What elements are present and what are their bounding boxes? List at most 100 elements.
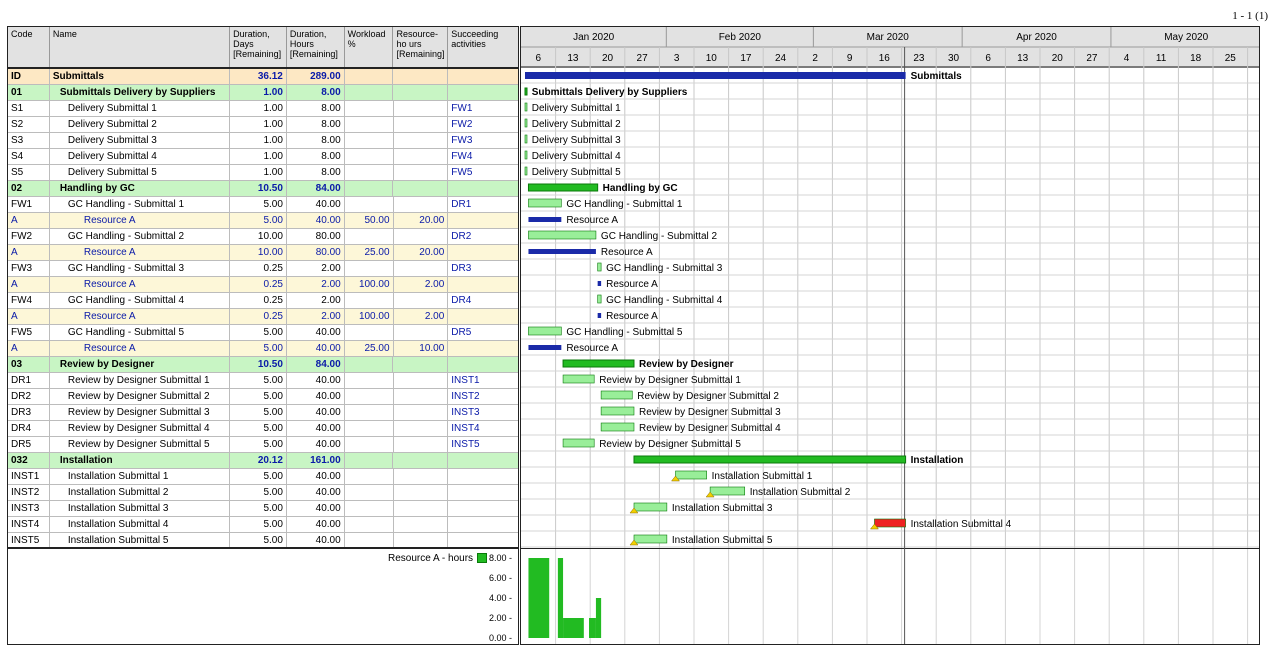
cell-succ[interactable]: FW1 [448, 101, 518, 117]
table-row[interactable]: S5 Delivery Submittal 5 1.00 8.00 FW5 [8, 165, 518, 181]
cell-code: 03 [8, 357, 50, 373]
gantt-bar-label: Installation Submittal 5 [672, 535, 773, 546]
cell-code: A [8, 213, 50, 229]
week-label: 24 [775, 53, 787, 64]
table-row[interactable]: FW2 GC Handling - Submittal 2 10.00 80.00 DR… [8, 229, 518, 245]
cell-days: 36.12 [230, 69, 287, 85]
cell-rh [394, 101, 449, 117]
table-row[interactable]: A Resource A 10.00 80.00 25.00 20.00 [8, 245, 518, 261]
gantt-bar-resource [597, 313, 602, 318]
cell-succ[interactable]: INST4 [448, 421, 518, 437]
cell-name: Delivery Submittal 4 [50, 149, 231, 165]
cell-code: FW4 [8, 293, 50, 309]
cell-rh [394, 149, 449, 165]
cell-hours: 40.00 [287, 485, 345, 501]
cell-code: A [8, 277, 50, 293]
table-row[interactable]: DR4 Review by Designer Submittal 4 5.00 40.… [8, 421, 518, 437]
gantt-bar-label: Delivery Submittal 5 [532, 167, 621, 178]
cell-succ[interactable]: INST2 [448, 389, 518, 405]
table-row[interactable]: FW5 GC Handling - Submittal 5 5.00 40.00 DR5 [8, 325, 518, 341]
cell-name: Review by Designer Submittal 4 [50, 421, 231, 437]
gantt-bar-label: GC Handling - Submittal 3 [606, 263, 723, 274]
table-row[interactable]: S2 Delivery Submittal 2 1.00 8.00 FW2 [8, 117, 518, 133]
gantt-bar-task [600, 390, 633, 400]
table-row[interactable]: 02 Handling by GC 10.50 84.00 [8, 181, 518, 197]
gantt-bar-task [528, 198, 562, 208]
cell-succ[interactable]: DR3 [448, 261, 518, 277]
table-row[interactable]: A Resource A 5.00 40.00 50.00 20.00 [8, 213, 518, 229]
table-row[interactable]: S3 Delivery Submittal 3 1.00 8.00 FW3 [8, 133, 518, 149]
histogram-y-tick: 4.00 - [488, 593, 512, 603]
col-duration-days-header[interactable]: Duration, Days [Remaining] [230, 27, 287, 67]
table-row[interactable]: FW3 GC Handling - Submittal 3 0.25 2.00 DR3 [8, 261, 518, 277]
cell-hours: 8.00 [287, 101, 345, 117]
cell-name: Installation Submittal 2 [50, 485, 231, 501]
table-row[interactable]: A Resource A 0.25 2.00 100.00 2.00 [8, 277, 518, 293]
cell-succ[interactable]: DR2 [448, 229, 518, 245]
col-name-header[interactable]: Name [50, 27, 231, 67]
cell-succ[interactable]: DR5 [448, 325, 518, 341]
col-code-header[interactable]: Code [8, 27, 50, 67]
cell-code: DR4 [8, 421, 50, 437]
gantt-bar-label: Delivery Submittal 1 [532, 103, 621, 114]
table-row[interactable]: DR3 Review by Designer Submittal 3 5.00 40.… [8, 405, 518, 421]
table-row[interactable]: DR2 Review by Designer Submittal 2 5.00 40.… [8, 389, 518, 405]
cell-code: ID [8, 69, 50, 85]
month-label: Feb 2020 [719, 32, 762, 43]
table-row[interactable]: DR5 Review by Designer Submittal 5 5.00 40.… [8, 437, 518, 453]
cell-days: 1.00 [230, 117, 287, 133]
cell-days: 5.00 [230, 421, 287, 437]
table-row[interactable]: A Resource A 0.25 2.00 100.00 2.00 [8, 309, 518, 325]
table-row[interactable]: S1 Delivery Submittal 1 1.00 8.00 FW1 [8, 101, 518, 117]
cell-name: GC Handling - Submittal 4 [50, 293, 231, 309]
cell-succ[interactable]: DR1 [448, 197, 518, 213]
cell-code: S5 [8, 165, 50, 181]
cell-succ[interactable]: FW3 [448, 133, 518, 149]
cell-succ[interactable]: FW4 [448, 149, 518, 165]
col-duration-hours-header[interactable]: Duration, Hours [Remaining] [287, 27, 345, 67]
table-row[interactable]: DR1 Review by Designer Submittal 1 5.00 40.… [8, 373, 518, 389]
week-label: 13 [567, 53, 579, 64]
month-label: May 2020 [1164, 32, 1208, 43]
cell-name: Handling by GC [50, 181, 231, 197]
cell-rh [394, 389, 449, 405]
cell-hours: 40.00 [287, 501, 345, 517]
cell-succ[interactable]: DR4 [448, 293, 518, 309]
cell-hours: 8.00 [287, 165, 345, 181]
gantt-bar-label: Installation Submittal 1 [712, 471, 813, 482]
gantt-bar-task [528, 326, 562, 336]
table-row[interactable]: INST1 Installation Submittal 1 5.00 40.00 [8, 469, 518, 485]
cell-succ[interactable]: FW5 [448, 165, 518, 181]
table-row[interactable]: 032 Installation 20.12 161.00 [8, 453, 518, 469]
histogram-y-axis: 8.00 - 6.00 - 4.00 - 2.00 - 0.00 - [478, 549, 518, 645]
table-row[interactable]: INST4 Installation Submittal 4 5.00 40.00 [8, 517, 518, 533]
cell-succ [448, 453, 518, 469]
cell-workload [345, 133, 394, 149]
table-row[interactable]: FW1 GC Handling - Submittal 1 5.00 40.00 DR1 [8, 197, 518, 213]
table-row[interactable]: INST2 Installation Submittal 2 5.00 40.00 [8, 485, 518, 501]
cell-days: 1.00 [230, 85, 287, 101]
col-workload-header[interactable]: Workload % [345, 27, 394, 67]
cell-workload [345, 229, 394, 245]
table-row[interactable]: A Resource A 5.00 40.00 25.00 10.00 [8, 341, 518, 357]
table-row[interactable]: ID Submittals 36.12 289.00 [8, 69, 518, 85]
cell-succ [448, 245, 518, 261]
table-row[interactable]: 01 Submittals Delivery by Suppliers 1.00 8.… [8, 85, 518, 101]
table-row[interactable]: INST3 Installation Submittal 3 5.00 40.00 [8, 501, 518, 517]
cell-succ[interactable]: FW2 [448, 117, 518, 133]
cell-succ[interactable]: INST3 [448, 405, 518, 421]
cell-succ[interactable]: INST1 [448, 373, 518, 389]
table-row[interactable]: S4 Delivery Submittal 4 1.00 8.00 FW4 [8, 149, 518, 165]
cell-succ[interactable]: INST5 [448, 437, 518, 453]
col-resource-hours-header[interactable]: Resource-ho urs [Remaining] [393, 27, 449, 67]
cell-succ [448, 181, 518, 197]
table-row[interactable]: FW4 GC Handling - Submittal 4 0.25 2.00 DR4 [8, 293, 518, 309]
gantt-bar-label: Delivery Submittal 2 [532, 119, 621, 130]
table-row[interactable]: 03 Review by Designer 10.50 84.00 [8, 357, 518, 373]
col-succeeding-header[interactable]: Succeeding activities [448, 27, 518, 67]
cell-workload [345, 453, 394, 469]
gantt-bar-task [562, 374, 595, 384]
week-label: 25 [1225, 53, 1237, 64]
cell-hours: 40.00 [287, 325, 345, 341]
cell-code: INST1 [8, 469, 50, 485]
